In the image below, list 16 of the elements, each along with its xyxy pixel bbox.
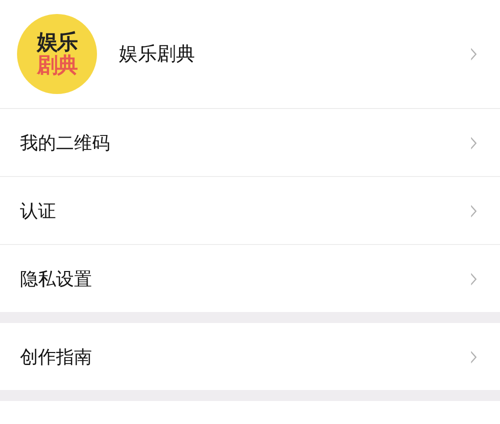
chevron-icon: › <box>469 196 479 226</box>
menu-item[interactable]: 隐私设置 › <box>0 245 500 312</box>
menu-label: 创作指南 <box>20 346 93 368</box>
chevron-icon: › <box>469 128 479 158</box>
menu-item[interactable]: 认证 › <box>0 177 500 245</box>
chevron-icon: › <box>469 342 479 372</box>
menu-label: 隐私设置 <box>20 268 93 290</box>
logo-text: 剧典 <box>37 54 77 78</box>
logo-text: 娱乐 <box>37 30 77 54</box>
menu-item[interactable]: 创作指南 › <box>0 323 500 390</box>
account-name[interactable]: 娱乐剧典 <box>119 41 468 67</box>
chevron-icon: › <box>469 39 479 69</box>
menu-item[interactable]: 我的二维码 › <box>0 109 500 177</box>
chevron-icon: › <box>469 264 479 294</box>
menu-label: 认证 <box>20 200 57 222</box>
menu-label: 我的二维码 <box>20 132 111 154</box>
